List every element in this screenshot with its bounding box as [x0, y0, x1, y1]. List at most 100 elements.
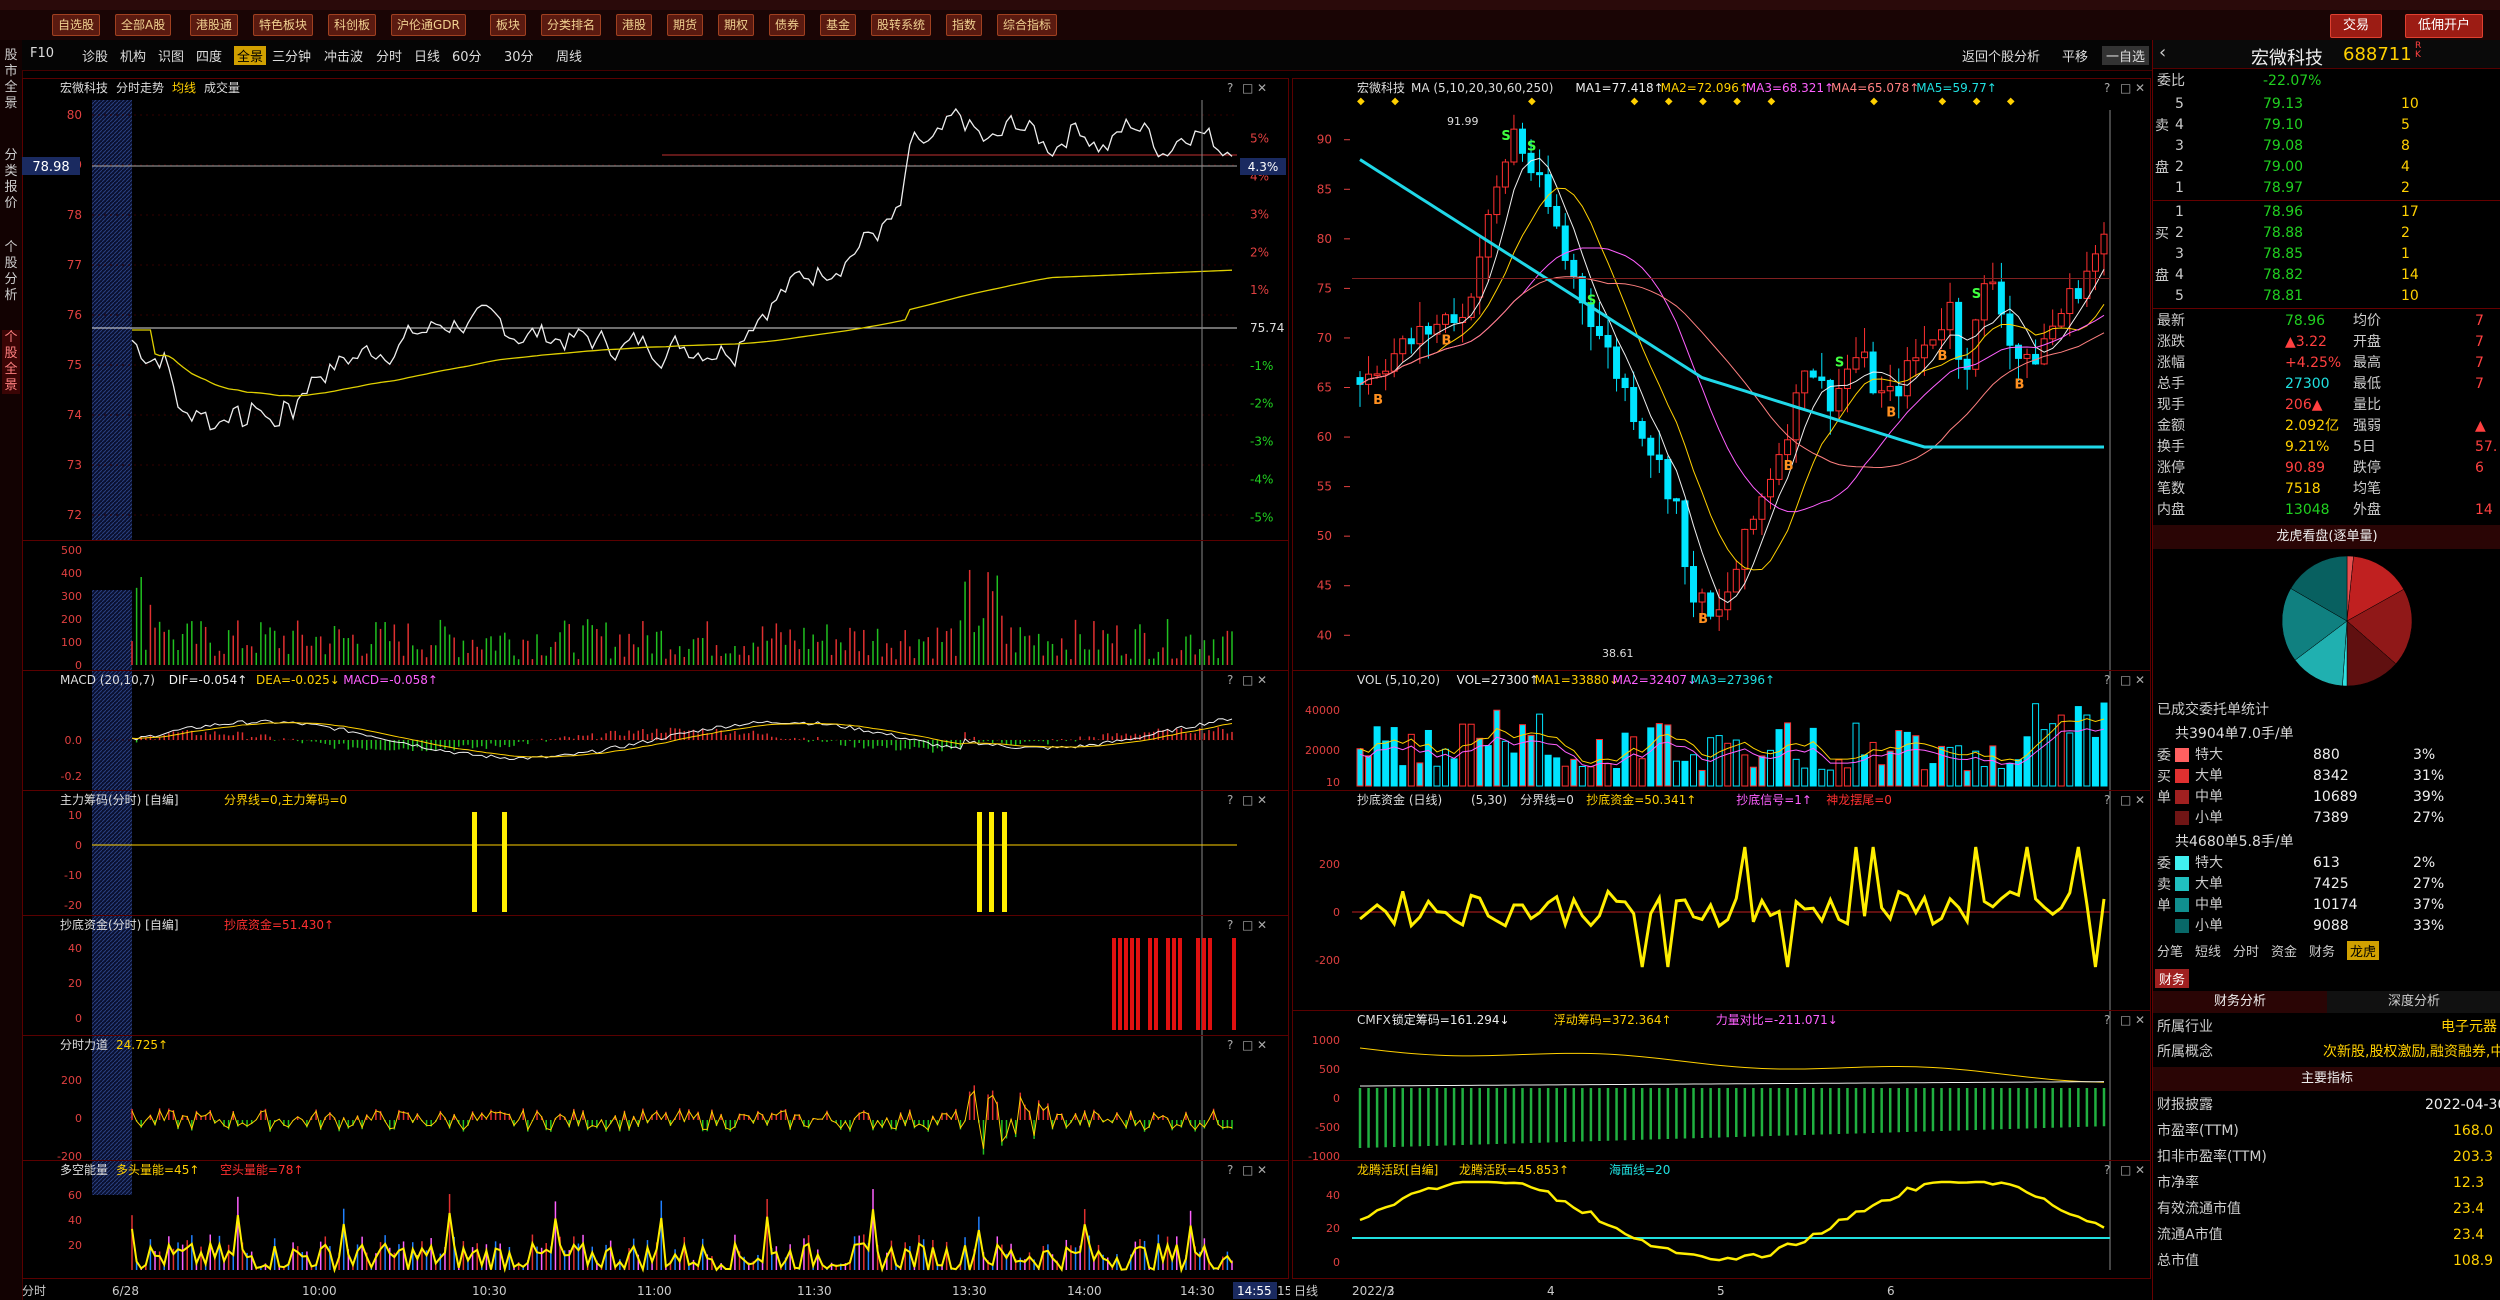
order-pct: 31%: [2413, 768, 2445, 784]
pct-tick-label: -1%: [1250, 359, 1273, 373]
toolbar-item-5[interactable]: 沪伦通GDR: [391, 14, 466, 36]
subbar-item-5[interactable]: 全景: [234, 46, 267, 65]
toolbar-item-14[interactable]: 指数: [946, 14, 983, 36]
subbar-item-10[interactable]: 60分: [452, 46, 482, 65]
stat-label-2: 均笔: [2353, 481, 2381, 497]
panel-title: 多空能量: [60, 1163, 108, 1177]
subbar-item-11[interactable]: 30分: [504, 46, 534, 65]
pan-button[interactable]: 平移: [2062, 46, 2088, 65]
candle-body: [2091, 253, 2099, 272]
toolbar-item-6[interactable]: 板块: [490, 14, 527, 36]
stat-label-2: 跌停: [2353, 460, 2381, 476]
panel-border: [22, 670, 1289, 791]
panel-title: CMFX: [1357, 1013, 1391, 1027]
candle-body: [1690, 566, 1698, 603]
daily-vol-bar: [1672, 760, 1680, 787]
fin-tab-analysis[interactable]: 财务分析: [2153, 991, 2327, 1013]
toolbar-item-3[interactable]: 特色板块: [253, 14, 314, 36]
panel-tab-4[interactable]: 财务: [2309, 941, 2335, 960]
toolbar-item-11[interactable]: 债券: [769, 14, 806, 36]
candle-body: [1595, 326, 1603, 336]
rail-stock-panorama[interactable]: 个股全景: [2, 330, 20, 394]
subbar-item-1[interactable]: 诊股: [82, 46, 108, 65]
order-row: 中单 10174 37%: [2153, 895, 2500, 916]
toolbar-item-9[interactable]: 期货: [667, 14, 704, 36]
stat-value: 27300: [2285, 376, 2330, 392]
subbar-item-4[interactable]: 四度: [196, 46, 222, 65]
panel-tab-1[interactable]: 短线: [2195, 941, 2221, 960]
subbar-item-0[interactable]: F10: [30, 46, 54, 61]
panel-tab-0[interactable]: 分笔: [2157, 941, 2183, 960]
dcd-tick-label: -200: [1315, 954, 1340, 967]
fin-tab-deep[interactable]: 深度分析: [2327, 991, 2500, 1013]
stat-row: 现手 206▲ 量比: [2153, 395, 2500, 416]
panel-tab-3[interactable]: 资金: [2271, 941, 2297, 960]
toolbar-item-7[interactable]: 分类排名: [541, 14, 602, 36]
toolbar-item-15[interactable]: 综合指标: [997, 14, 1058, 36]
fin-value: 23.4: [2453, 1227, 2485, 1243]
candle-body: [2023, 353, 2031, 359]
finance-tab[interactable]: 财务: [2155, 969, 2190, 988]
subbar-item-9[interactable]: 日线: [414, 46, 440, 65]
event-marker: ◆: [1665, 96, 1673, 107]
cd-bar: [1166, 938, 1170, 1030]
subbar-item-3[interactable]: 识图: [158, 46, 184, 65]
zl-bar: [502, 812, 507, 912]
subbar-item-2[interactable]: 机构: [120, 46, 146, 65]
trade-button[interactable]: 交易: [2330, 14, 2383, 38]
toolbar-item-1[interactable]: 全部A股: [115, 14, 172, 36]
rail-category-quote[interactable]: 分类报价: [2, 148, 20, 212]
sell-volume: 10: [2401, 96, 2419, 112]
cd-bar: [1112, 938, 1116, 1030]
close-icon: ✕: [1257, 81, 1267, 95]
prev-close-label: 75.74: [1250, 321, 1284, 335]
toolbar-item-10[interactable]: 期权: [718, 14, 755, 36]
fs-tick-label: 0: [75, 1112, 82, 1125]
toolbar-item-8[interactable]: 港股: [616, 14, 653, 36]
watchlist-select[interactable]: 一自选: [2102, 46, 2150, 65]
price-tick-label: 78: [67, 208, 82, 222]
subbar-item-12[interactable]: 周线: [556, 46, 582, 65]
help-icon: ?: [1227, 1163, 1233, 1177]
daily-vol-bar: [1630, 736, 1638, 787]
buy-volume: 17: [2401, 204, 2419, 220]
fin-label: 财报披露: [2157, 1097, 2213, 1113]
candle-body: [2066, 288, 2074, 315]
back-icon[interactable]: ‹: [2159, 42, 2166, 63]
daily-vol-bar: [1638, 758, 1646, 787]
toolbar-item-13[interactable]: 股转系统: [871, 14, 932, 36]
panel-tab-5[interactable]: 龙虎: [2347, 941, 2380, 960]
toolbar-item-2[interactable]: 港股通: [190, 14, 239, 36]
panel-title: MA5=59.77↑: [1916, 81, 1997, 95]
rail-market-overview[interactable]: 股市全景: [2, 48, 20, 112]
fin-row: 市盈率(TTM) 168.0: [2153, 1121, 2500, 1142]
stat-row: 笔数 7518 均笔: [2153, 479, 2500, 500]
toolbar-item-0[interactable]: 自选股: [52, 14, 101, 36]
rail-stock-analysis[interactable]: 个股分析: [2, 240, 20, 304]
zl-bar: [1002, 812, 1007, 912]
open-account-button[interactable]: 低佣开户: [2405, 14, 2484, 38]
panel-title: 多头量能=45↑: [116, 1163, 199, 1177]
subbar-item-8[interactable]: 分时: [376, 46, 402, 65]
toolbar-item-12[interactable]: 基金: [820, 14, 857, 36]
back-to-analysis-link[interactable]: 返回个股分析: [1962, 46, 2040, 65]
time-tick-label: 分时: [22, 1284, 46, 1298]
level-index: 3: [2175, 138, 2184, 154]
candle-body: [1373, 373, 1381, 376]
candle-body: [1407, 338, 1415, 345]
panel-title: 神龙摆尾=0: [1826, 793, 1892, 807]
panel-title: 分时力道: [60, 1038, 108, 1052]
intraday-chart-area[interactable]: 宏微科技分时走势均线成交量?□✕80797877767574737275.745…: [22, 70, 1290, 1300]
subbar-item-7[interactable]: 冲击波: [324, 46, 363, 65]
panel-tab-2[interactable]: 分时: [2233, 941, 2259, 960]
subbar-item-6[interactable]: 三分钟: [272, 46, 311, 65]
industry-label: 所属行业: [2157, 1019, 2213, 1035]
daily-vol-bar: [1561, 765, 1569, 787]
level-index: 4: [2175, 267, 2184, 283]
fin-row: 市净率 12.3: [2153, 1173, 2500, 1194]
order-side-label: 委: [2157, 748, 2171, 764]
candle-body: [1672, 498, 1680, 502]
signal-marker: S: [1587, 294, 1596, 309]
toolbar-item-4[interactable]: 科创板: [328, 14, 377, 36]
daily-chart-area[interactable]: 宏微科技 MA (5,10,20,30,60,250) MA1=77.418↑MA2…: [1292, 70, 2152, 1300]
